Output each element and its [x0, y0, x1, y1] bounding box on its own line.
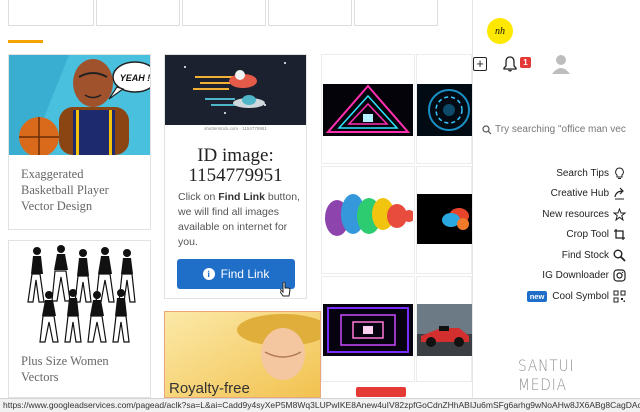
- crop-icon: [614, 229, 625, 241]
- ink-smoke-thumb[interactable]: [417, 194, 472, 244]
- menu-item-search-tips[interactable]: Search Tips: [476, 163, 626, 184]
- menu-label: Search Tips: [556, 167, 609, 179]
- id-image-value: 1154779951: [188, 165, 283, 186]
- menu-item-creative-hub[interactable]: Creative Hub: [476, 184, 626, 205]
- menu-label: Find Stock: [561, 249, 609, 261]
- id-image-label: ID image:: [197, 145, 274, 166]
- info-icon: i: [202, 268, 215, 280]
- search-placeholder: Try searching "office man vec: [495, 124, 626, 135]
- speech-bubble-text: YEAH !: [120, 73, 150, 83]
- royalty-free-label: Royalty-free: [169, 380, 250, 397]
- menu-item-cool-symbol[interactable]: new Cool Symbol: [476, 286, 626, 307]
- plus-size-image: [9, 241, 150, 346]
- bell-icon[interactable]: [503, 56, 517, 72]
- card-plus-size[interactable]: Plus Size Women Vectors: [8, 240, 151, 398]
- menu-item-new-resources[interactable]: New resources: [476, 204, 626, 225]
- red-strip: [322, 385, 414, 398]
- promo-text-bold: Find Link: [218, 191, 265, 203]
- top-tab-2[interactable]: [96, 0, 180, 26]
- find-link-label: Find Link: [220, 267, 270, 281]
- video-watermark: SANTUI MEDIA: [518, 356, 575, 394]
- rocket-image: [165, 55, 306, 125]
- card-basketball[interactable]: YEAH ! Exaggerated Basketball Player Vec…: [8, 54, 151, 230]
- instagram-icon: [613, 269, 626, 282]
- card-royalty-free[interactable]: Royalty-free: [164, 311, 321, 398]
- search-icon: [482, 124, 492, 134]
- menu-label: Cool Symbol: [552, 290, 609, 302]
- image-credit: shutterstock.com · 1154779951: [204, 126, 267, 131]
- hud-circle-thumb[interactable]: [417, 84, 472, 136]
- logo-text: nh: [495, 25, 505, 37]
- lightbulb-icon: [615, 167, 624, 179]
- color-splash-thumb[interactable]: [323, 190, 413, 242]
- purple-tunnel-thumb[interactable]: [323, 304, 413, 356]
- top-tab-1[interactable]: [8, 0, 94, 26]
- active-tab-indicator: [8, 40, 43, 43]
- top-tab-4[interactable]: [268, 0, 352, 26]
- mouse-cursor-icon: [280, 282, 291, 297]
- menu-label: IG Downloader: [542, 270, 609, 282]
- menu-item-crop-tool[interactable]: Crop Tool: [476, 225, 626, 246]
- share-icon: [614, 187, 624, 200]
- promo-text-before: Click on: [178, 191, 219, 203]
- card-caption[interactable]: Plus Size Women Vectors: [21, 353, 121, 385]
- star-icon: [613, 207, 626, 221]
- menu-label: Crop Tool: [566, 229, 609, 241]
- menu-label: New resources: [542, 208, 609, 220]
- race-car-thumb[interactable]: [417, 304, 472, 356]
- add-icon[interactable]: +: [473, 57, 487, 71]
- top-tab-5[interactable]: [354, 0, 438, 26]
- card-caption[interactable]: Exaggerated Basketball Player Vector Des…: [21, 166, 121, 214]
- top-tab-3[interactable]: [182, 0, 266, 26]
- menu-label: Creative Hub: [550, 188, 609, 200]
- neon-tunnel-thumb[interactable]: [323, 84, 413, 136]
- menu-item-find-stock[interactable]: Find Stock: [476, 245, 626, 266]
- sidebar-menu: Search Tips Creative Hub New resources C…: [476, 163, 626, 307]
- menu-item-ig-downloader[interactable]: IG Downloader: [476, 266, 626, 287]
- status-bar-url: https://www.googleadservices.com/pagead/…: [0, 398, 640, 412]
- magnify-icon: [613, 249, 626, 262]
- search-input[interactable]: Try searching "office man vec: [482, 124, 640, 135]
- avatar[interactable]: [551, 54, 571, 74]
- find-link-button[interactable]: i Find Link: [177, 259, 295, 289]
- notification-badge: 1: [520, 57, 531, 68]
- new-badge: new: [526, 290, 548, 302]
- site-logo[interactable]: nh: [487, 18, 513, 44]
- basketball-image: YEAH !: [9, 55, 150, 155]
- right-sidebar: nh + 1 Try searching "office man vec Sea…: [472, 0, 640, 398]
- promo-description: Click on Find Link button, we will find …: [178, 190, 300, 250]
- qr-icon: [613, 290, 626, 303]
